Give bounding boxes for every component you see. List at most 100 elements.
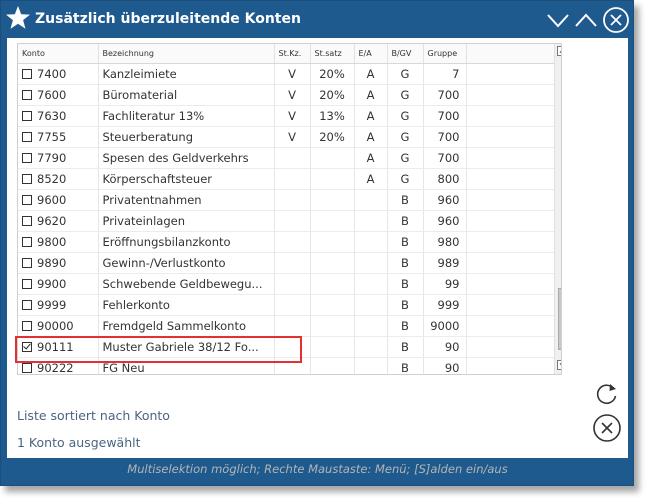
row-checkbox[interactable]: [22, 152, 32, 163]
column-header-stkz[interactable]: St.Kz.: [274, 44, 311, 64]
dialog-content: Konto Bezeichnung St.Kz. St.satz E/A B/G…: [7, 38, 628, 476]
cell-gruppe: 989: [423, 252, 467, 274]
cell-konto: 90000: [18, 315, 99, 337]
cell-stsatz-text: 20%: [319, 129, 345, 144]
cell-bezeichnung-text: Spesen des Geldverkehrs: [102, 150, 249, 165]
star-icon: [6, 6, 30, 29]
cell-bezeichnung-text: Fachliteratur 13%: [102, 108, 205, 123]
cell-konto: 8520: [18, 168, 99, 190]
cell-stkz: [274, 273, 311, 295]
cell-bezeichnung: Steuerberatung: [98, 126, 275, 148]
cell-ea: A: [354, 168, 388, 190]
cell-gruppe-text: 90: [444, 339, 460, 354]
row-checkbox[interactable]: [22, 131, 32, 142]
cell-konto: 7790: [18, 147, 99, 169]
row-checkbox[interactable]: [22, 278, 32, 289]
row-checkbox[interactable]: [22, 257, 32, 268]
table-row[interactable]: 7755 Steuerberatung V 20% A G 700: [18, 126, 555, 148]
cell-konto-text: 9890: [37, 255, 67, 270]
cell-stsatz: [310, 210, 355, 232]
table-row[interactable]: 9890 Gewinn-/Verlustkonto B 989: [18, 252, 555, 274]
cell-ea: [354, 189, 388, 211]
column-header-stsatz[interactable]: St.satz: [310, 44, 355, 64]
table-row[interactable]: 8520 Körperschaftsteuer A G 800: [18, 168, 555, 190]
cancel-circle-icon[interactable]: [592, 413, 622, 443]
cell-konto-text: 7790: [37, 150, 67, 165]
cell-gruppe-text: 700: [437, 87, 460, 102]
cell-ea-text: A: [366, 129, 375, 144]
table-row[interactable]: 9900 Schwebende Geldbewegu... B 99: [18, 273, 555, 295]
scrollbar-thumb[interactable]: [558, 288, 561, 350]
cell-konto-text: 9600: [37, 192, 67, 207]
cell-bgv: B: [387, 336, 424, 358]
table-row[interactable]: 90000 Fremdgeld Sammelkonto B 9000: [18, 315, 555, 337]
table-row[interactable]: 7790 Spesen des Geldverkehrs A G 700: [18, 147, 555, 169]
table-row[interactable]: 7600 Büromaterial V 20% A G 700: [18, 84, 555, 106]
row-checkbox[interactable]: [22, 236, 32, 247]
cell-stkz: V: [274, 105, 311, 127]
chevron-down-icon[interactable]: [546, 8, 570, 32]
cell-stsatz: [310, 231, 355, 253]
row-checkbox[interactable]: [22, 110, 32, 121]
table-row[interactable]: 7400 Kanzleimiete V 20% A G 7: [18, 63, 555, 85]
row-checkbox[interactable]: [22, 173, 32, 184]
cell-ea-text: A: [366, 87, 375, 102]
table-row[interactable]: 7630 Fachliteratur 13% V 13% A G 700: [18, 105, 555, 127]
cell-bezeichnung: Büromaterial: [98, 84, 275, 106]
cell-konto-text: 7600: [37, 87, 67, 102]
cell-stkz: [274, 189, 311, 211]
table-row[interactable]: 9600 Privatentnahmen B 960: [18, 189, 555, 211]
table-body: 7400 Kanzleimiete V 20% A G 7 7600 Büromaterial V…: [18, 63, 555, 374]
row-checkbox[interactable]: [22, 68, 32, 79]
cell-bgv-text: G: [400, 171, 410, 186]
accounts-table[interactable]: Konto Bezeichnung St.Kz. St.satz E/A B/G…: [17, 43, 562, 375]
row-checkbox[interactable]: [22, 362, 32, 373]
cell-bgv: G: [387, 105, 424, 127]
cell-bgv: G: [387, 147, 424, 169]
cell-ea: A: [354, 147, 388, 169]
table-row[interactable]: 9620 Privateinlagen B 960: [18, 210, 555, 232]
cell-gruppe-text: 700: [437, 150, 460, 165]
column-header-konto[interactable]: Konto: [18, 44, 99, 64]
column-header-ea[interactable]: E/A: [354, 44, 388, 64]
row-checkbox[interactable]: [22, 215, 32, 226]
table-row[interactable]: 9800 Eröffnungsbilanzkonto B 980: [18, 231, 555, 253]
cell-konto: 9800: [18, 231, 99, 253]
cell-konto: 9900: [18, 273, 99, 295]
cell-bezeichnung: Spesen des Geldverkehrs: [98, 147, 275, 169]
cell-empty: [466, 336, 555, 358]
cell-ea-text: A: [366, 171, 375, 186]
column-header-bgv[interactable]: B/GV: [387, 44, 424, 64]
close-circle-icon[interactable]: [602, 6, 630, 34]
table-row[interactable]: 9999 Fehlerkonto B 999: [18, 294, 555, 316]
scroll-up-icon[interactable]: [557, 46, 562, 56]
scroll-down-icon[interactable]: [557, 360, 562, 370]
cell-stsatz: [310, 168, 355, 190]
cell-empty: [466, 252, 555, 274]
cell-bezeichnung: Fehlerkonto: [98, 294, 275, 316]
column-header-gruppe[interactable]: Gruppe: [423, 44, 467, 64]
row-checkbox[interactable]: [22, 320, 32, 331]
refresh-icon[interactable]: [594, 381, 620, 407]
cell-ea-text: A: [366, 150, 375, 165]
selection-highlight-box: [15, 336, 302, 363]
cell-gruppe: 980: [423, 231, 467, 253]
cell-bezeichnung: Eröffnungsbilanzkonto: [98, 231, 275, 253]
cell-bezeichnung-text: Privateinlagen: [102, 213, 185, 228]
row-checkbox[interactable]: [22, 89, 32, 100]
cell-ea: [354, 252, 388, 274]
chevron-up-icon[interactable]: [574, 8, 598, 32]
cell-stkz: [274, 168, 311, 190]
row-checkbox[interactable]: [22, 299, 32, 310]
cell-gruppe: 800: [423, 168, 467, 190]
cell-konto: 9600: [18, 189, 99, 211]
vertical-scrollbar[interactable]: [554, 44, 562, 374]
cell-bgv: B: [387, 252, 424, 274]
cell-ea: A: [354, 126, 388, 148]
cell-gruppe: 700: [423, 105, 467, 127]
row-checkbox[interactable]: [22, 194, 32, 205]
title-bar[interactable]: Zusätzlich überzuleitende Konten: [1, 1, 633, 38]
cell-bgv: B: [387, 357, 424, 374]
column-header-bezeichnung[interactable]: Bezeichnung: [98, 44, 275, 64]
cell-stsatz: [310, 273, 355, 295]
